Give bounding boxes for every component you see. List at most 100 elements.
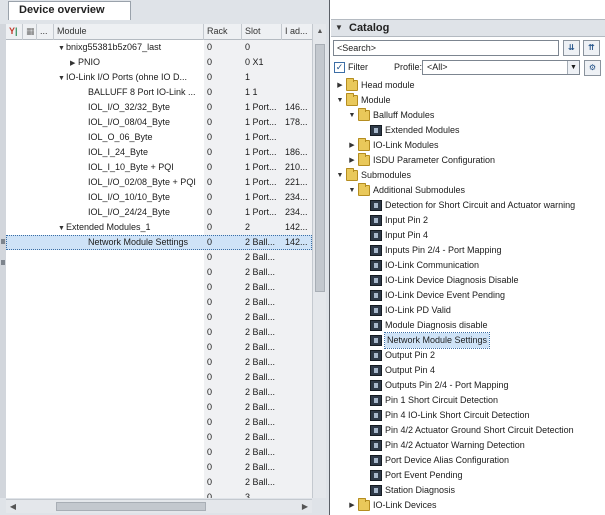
catalog-header[interactable]: ▼ Catalog (331, 19, 605, 37)
profile-select[interactable]: <All> ▼ (422, 60, 580, 75)
cell-rack: 0 (207, 147, 213, 157)
chevron-down-icon[interactable]: ▼ (567, 61, 579, 74)
cell-io-address (282, 400, 312, 415)
table-row[interactable]: IOL_I/O_32/32_Byte 0 1 Port... 146... (6, 100, 312, 115)
table-row[interactable]: 0 2 Ball... (6, 280, 312, 295)
catalog-tree-item[interactable]: Output Pin 4 (331, 363, 605, 378)
table-row[interactable]: 0 2 Ball... (6, 415, 312, 430)
search-down-button[interactable]: ⇊ (563, 40, 580, 56)
expand-down-icon[interactable]: ▼ (58, 41, 66, 55)
table-row[interactable]: 0 2 Ball... (6, 340, 312, 355)
horizontal-scrollbar[interactable]: ◀ ▶ (6, 499, 312, 513)
expand-right-icon[interactable]: ▶ (347, 153, 357, 168)
table-row[interactable]: 0 2 Ball... (6, 250, 312, 265)
table-row[interactable]: ▼bnixg55381b5z067_last 0 0 (6, 40, 312, 55)
catalog-tree-item[interactable]: Pin 4/2 Actuator Ground Short Circuit De… (331, 423, 605, 438)
table-row[interactable]: 0 2 Ball... (6, 370, 312, 385)
catalog-tree-item[interactable]: ▶ Head module (331, 78, 605, 93)
vertical-scrollbar[interactable]: ▲ (312, 24, 326, 498)
table-row[interactable]: Network Module Settings 0 2 Ball... 142... (6, 235, 312, 250)
table-row[interactable]: 0 2 Ball... (6, 445, 312, 460)
table-row[interactable]: 0 2 Ball... (6, 295, 312, 310)
table-row[interactable]: 03 (6, 490, 312, 498)
table-row[interactable]: IOL_I/O_02/08_Byte + PQI 0 1 Port... 221... (6, 175, 312, 190)
vertical-scroll-thumb[interactable] (315, 44, 325, 292)
catalog-tree-item[interactable]: Module Diagnosis disable (331, 318, 605, 333)
table-row[interactable]: IOL_I_24_Byte 0 1 Port... 186... (6, 145, 312, 160)
column-header-rack[interactable]: Rack (204, 24, 242, 40)
scroll-right-icon[interactable]: ▶ (299, 501, 311, 512)
expand-down-icon[interactable]: ▼ (335, 168, 345, 183)
column-header-io-address[interactable]: I ad... (282, 24, 312, 40)
expand-down-icon[interactable]: ▼ (58, 221, 66, 235)
catalog-tree-item[interactable]: ▶ IO-Link Devices (331, 498, 605, 513)
table-row[interactable]: ▼IO-Link I/O Ports (ohne IO D... 0 1 (6, 70, 312, 85)
column-header-dots[interactable]: ... (37, 24, 54, 40)
catalog-tree-item[interactable]: Port Event Pending (331, 468, 605, 483)
catalog-tree-item[interactable]: IO-Link Communication (331, 258, 605, 273)
expand-right-icon[interactable]: ▶ (335, 78, 345, 93)
column-header-module[interactable]: Module (54, 24, 204, 40)
catalog-tree-item[interactable]: Pin 4/2 Actuator Warning Detection (331, 438, 605, 453)
chevron-down-icon[interactable]: ▼ (335, 23, 343, 32)
cell-rack: 0 (207, 462, 213, 472)
catalog-tree-item[interactable]: ▼ Additional Submodules (331, 183, 605, 198)
table-row[interactable]: IOL_I/O_10/10_Byte 0 1 Port... 234... (6, 190, 312, 205)
expand-right-icon[interactable]: ▶ (347, 138, 357, 153)
catalog-tree-item[interactable]: IO-Link Device Diagnosis Disable (331, 273, 605, 288)
catalog-tree-item[interactable]: IO-Link PD Valid (331, 303, 605, 318)
catalog-tree-item[interactable]: Network Module Settings (331, 332, 605, 349)
table-row[interactable]: 0 2 Ball... (6, 385, 312, 400)
catalog-tree-item[interactable]: Output Pin 2 (331, 348, 605, 363)
column-header-icon-2[interactable]: ▦ (23, 24, 37, 40)
column-header-icon[interactable]: Y| (6, 24, 23, 40)
horizontal-scroll-thumb[interactable] (56, 502, 206, 511)
table-row[interactable]: 0 2 Ball... (6, 310, 312, 325)
catalog-tree-item[interactable]: Extended Modules (331, 123, 605, 138)
scroll-left-icon[interactable]: ◀ (7, 501, 19, 512)
table-row[interactable]: 0 2 Ball... (6, 265, 312, 280)
catalog-tree-item[interactable]: Outputs Pin 2/4 - Port Mapping (331, 378, 605, 393)
expand-down-icon[interactable]: ▼ (335, 93, 345, 108)
catalog-tree-item[interactable]: ▶ ISDU Parameter Configuration (331, 153, 605, 168)
table-row[interactable]: 0 2 Ball... (6, 475, 312, 490)
table-row[interactable]: 0 2 Ball... (6, 325, 312, 340)
expand-down-icon[interactable]: ▼ (58, 71, 66, 85)
expand-down-icon[interactable]: ▼ (347, 108, 357, 123)
table-row[interactable]: 0 2 Ball... (6, 400, 312, 415)
expand-right-icon[interactable]: ▶ (347, 498, 357, 513)
table-row[interactable]: IOL_O_06_Byte 0 1 Port... (6, 130, 312, 145)
table-row[interactable]: IOL_I_10_Byte + PQI 0 1 Port... 210... (6, 160, 312, 175)
catalog-tree-item[interactable]: Input Pin 2 (331, 213, 605, 228)
catalog-tree-item[interactable]: ▶ IO-Link Modules (331, 138, 605, 153)
catalog-tree-item[interactable]: Detection for Short Circuit and Actuator… (331, 198, 605, 213)
catalog-tree-item[interactable]: Pin 4 IO-Link Short Circuit Detection (331, 408, 605, 423)
expand-right-icon[interactable]: ▶ (70, 56, 78, 70)
catalog-tree-item[interactable]: Station Diagnosis (331, 483, 605, 498)
catalog-search-input[interactable]: <Search> (333, 40, 559, 56)
expand-down-icon[interactable]: ▼ (347, 183, 357, 198)
table-row[interactable]: 0 2 Ball... (6, 460, 312, 475)
catalog-tree-item[interactable]: ▼ Balluff Modules (331, 108, 605, 123)
search-up-button[interactable]: ⇈ (583, 40, 600, 56)
catalog-tree-item[interactable]: Pin 1 Short Circuit Detection (331, 393, 605, 408)
catalog-tree-item[interactable]: IO-Link Device Event Pending (331, 288, 605, 303)
scroll-up-icon[interactable]: ▲ (315, 27, 325, 37)
filter-checkbox[interactable]: ✓ (334, 62, 345, 73)
catalog-tree-item[interactable]: Input Pin 4 (331, 228, 605, 243)
table-row[interactable]: IOL_I/O_24/24_Byte 0 1 Port... 234... (6, 205, 312, 220)
table-row[interactable]: BALLUFF 8 Port IO-Link ... 0 1 1 (6, 85, 312, 100)
profile-settings-button[interactable]: ⚙ (584, 60, 601, 76)
table-row[interactable]: 0 2 Ball... (6, 355, 312, 370)
tab-device-overview[interactable]: Device overview (8, 1, 131, 20)
table-row[interactable]: ▶ PNIO 0 0 X1 (6, 55, 312, 70)
catalog-tree-item[interactable]: ▼ Submodules (331, 168, 605, 183)
catalog-tree-item[interactable]: Inputs Pin 2/4 - Port Mapping (331, 243, 605, 258)
column-header-slot[interactable]: Slot (242, 24, 282, 40)
table-row[interactable]: IOL_I/O_08/04_Byte 0 1 Port... 178... (6, 115, 312, 130)
table-row[interactable]: ▼Extended Modules_1 0 2 142... (6, 220, 312, 235)
catalog-tree-item[interactable]: Port Device Alias Configuration (331, 453, 605, 468)
cell-rack: 0 (207, 417, 213, 427)
catalog-tree-item[interactable]: ▼ Module (331, 93, 605, 108)
table-row[interactable]: 0 2 Ball... (6, 430, 312, 445)
